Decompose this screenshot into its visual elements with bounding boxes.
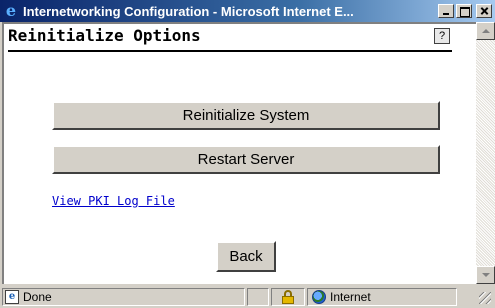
globe-icon — [312, 290, 326, 304]
status-bar: e Done Internet — [0, 286, 495, 308]
maximize-button[interactable] — [456, 4, 472, 18]
resize-grip-icon — [479, 292, 491, 304]
back-button[interactable]: Back — [216, 241, 276, 272]
security-pane — [271, 288, 305, 306]
arrow-up-icon — [482, 29, 490, 33]
status-pane: e Done — [2, 288, 245, 306]
zone-label: Internet — [330, 290, 371, 304]
restart-server-button[interactable]: Restart Server — [52, 145, 440, 174]
view-pki-log-link[interactable]: View PKI Log File — [52, 194, 175, 208]
title-bar[interactable]: e Internetworking Configuration - Micros… — [0, 0, 495, 22]
window-title: Internetworking Configuration - Microsof… — [23, 3, 354, 19]
scroll-down-button[interactable] — [476, 266, 495, 284]
status-text: Done — [23, 290, 52, 304]
page-done-icon: e — [5, 290, 19, 304]
title-divider — [8, 50, 452, 52]
vertical-scrollbar[interactable] — [476, 22, 495, 284]
reinitialize-system-button[interactable]: Reinitialize System — [52, 101, 440, 130]
zone-pane: Internet — [307, 288, 457, 306]
ie-logo-icon: e — [5, 1, 17, 20]
minimize-button[interactable] — [438, 4, 454, 18]
arrow-down-icon — [482, 273, 490, 277]
resize-grip[interactable] — [459, 288, 493, 306]
page-title: Reinitialize Options — [8, 26, 201, 45]
scroll-up-button[interactable] — [476, 22, 495, 40]
status-pane-empty — [247, 288, 269, 306]
close-button[interactable] — [476, 4, 492, 18]
lock-icon — [282, 290, 294, 304]
help-icon[interactable]: ? — [434, 28, 450, 44]
